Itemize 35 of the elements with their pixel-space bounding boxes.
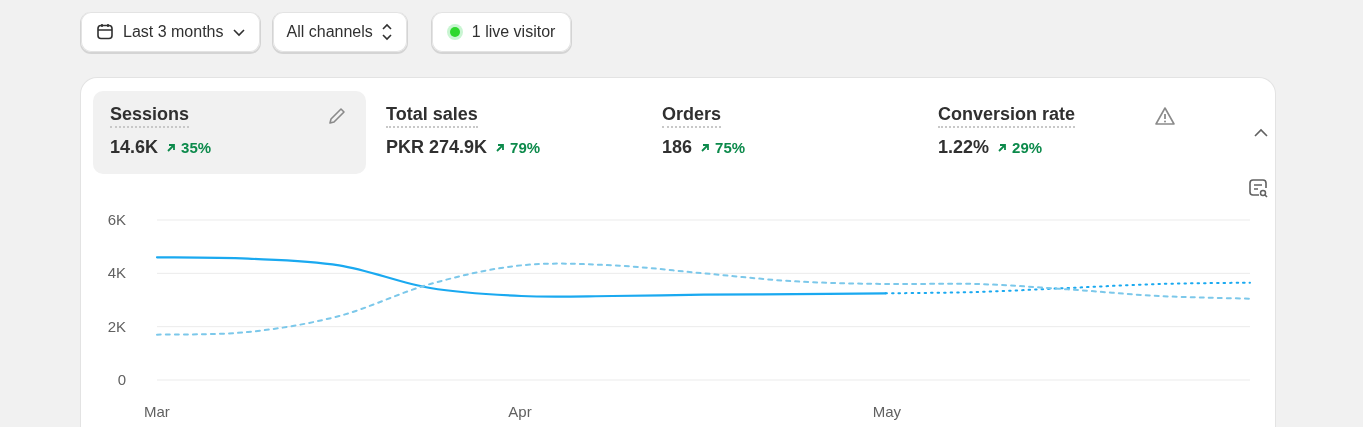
metric-label: Conversion rate [938,104,1076,128]
arrow-up-right-icon [495,142,506,153]
metric-value: 1.22% [938,137,990,158]
x-axis-label: Apr [508,403,532,420]
x-axis-label: May [872,403,901,420]
metric-change: 79% [495,139,541,156]
filter-button[interactable]: 1 live visitor [431,12,572,52]
metric-value: 14.6K [110,137,159,158]
metric-value: 186 [662,137,693,158]
sort-icon [380,22,393,42]
metric-value: PKR 274.9K [386,137,488,158]
filter-button[interactable]: All channels [272,12,407,52]
x-axis-label: Mar [144,403,170,420]
metric-tab[interactable]: Sessions 14.6K 35% [93,91,366,174]
edit-icon[interactable] [326,105,348,127]
metric-change: 29% [997,139,1043,156]
arrow-up-right-icon [166,142,177,153]
metric-tab[interactable]: Conversion rate 1.22% 29% [921,91,1194,174]
filter-button[interactable]: Last 3 months [81,12,260,52]
metric-change: 35% [166,139,212,156]
chart-search-icon[interactable] [1247,177,1269,199]
y-axis-label: 2K [107,317,126,335]
arrow-up-right-icon [700,142,711,153]
calendar-icon [95,22,115,42]
y-axis-label: 4K [107,264,126,282]
metric-label: Orders [662,104,722,128]
arrow-up-right-icon [997,142,1008,153]
metric-tab[interactable]: Total sales PKR 274.9K 79% [369,91,642,174]
metric-change: 75% [700,139,746,156]
metric-label: Sessions [110,104,190,128]
y-axis-label: 6K [107,211,126,228]
metric-tab[interactable]: Orders 186 75% [645,91,918,174]
metric-label: Total sales [386,104,478,128]
live-dot-icon [449,27,460,37]
y-axis-label: 0 [117,371,126,388]
